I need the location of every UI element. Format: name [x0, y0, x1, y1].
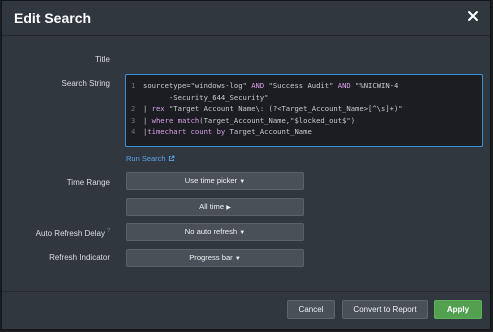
edit-search-dialog: Edit Search Title Search String 1 sourcet… [1, 0, 491, 330]
line-number: 1 [131, 81, 136, 90]
time-range-label: Time Range [66, 178, 110, 187]
code-token: "Success Audit" [264, 81, 338, 90]
code-token: sourcetype="windows-log" [143, 81, 252, 90]
auto-refresh-label-text: Auto Refresh Delay [35, 229, 105, 238]
caret-down-icon: ▼ [239, 230, 246, 236]
code-line: | where match(Target_Account_Name,"$lock… [143, 116, 355, 125]
dialog-title: Edit Search [14, 10, 92, 26]
refresh-indicator-label: Refresh Indicator [49, 253, 110, 262]
code-token: where [151, 115, 174, 125]
code-line: sourcetype="windows-log" AND "Success Au… [143, 81, 398, 90]
line-number: 2 [131, 104, 136, 114]
code-token: match [177, 115, 200, 125]
code-token: "Target Account Name\: (?<Target_Account… [164, 104, 403, 114]
code-token: | [143, 104, 152, 114]
code-token: rex [151, 104, 165, 114]
code-token: AND [251, 81, 265, 90]
auto-refresh-label: Auto Refresh Delay ? [36, 228, 110, 238]
code-token: AND [337, 81, 351, 90]
title-label: Title [95, 55, 110, 64]
help-icon[interactable]: ? [107, 228, 110, 234]
caret-down-icon: ▼ [234, 256, 241, 262]
code-token: Target_Account_Name [225, 127, 312, 137]
search-string-editor[interactable]: 1 sourcetype="windows-log" AND "Success A… [125, 74, 483, 147]
auto-refresh-dropdown[interactable]: No auto refresh ▼ [126, 223, 304, 241]
code-token: -Security_644_Security" [143, 92, 269, 102]
code-token: "%NICWIN-4 [350, 81, 399, 90]
code-line: |timechart count by Target_Account_Name [143, 127, 312, 136]
code-token: timechart [147, 127, 187, 137]
line-number: 3 [131, 115, 136, 125]
time-picker-value: Use time picker [184, 176, 238, 185]
code-line: | rex "Target Account Name\: (?<Target_A… [143, 104, 403, 113]
cancel-button[interactable]: Cancel [287, 300, 335, 319]
code-token: (Target_Account_Name,"$locked_out$") [199, 115, 356, 125]
code-token: by [216, 127, 226, 137]
all-time-button[interactable]: All time ▶ [126, 198, 304, 216]
dialog-header: Edit Search [2, 1, 490, 36]
auto-refresh-value: No auto refresh [184, 227, 238, 236]
line-number: 4 [131, 127, 136, 137]
code-token: count [190, 127, 213, 137]
external-link-icon [168, 155, 175, 162]
run-search-label: Run Search [126, 154, 166, 163]
all-time-value: All time [199, 202, 225, 211]
caret-right-icon: ▶ [226, 205, 231, 211]
caret-down-icon: ▼ [239, 179, 246, 185]
refresh-indicator-dropdown[interactable]: Progress bar ▼ [126, 249, 304, 267]
convert-to-report-button[interactable]: Convert to Report [342, 300, 428, 319]
code-line: -Security_644_Security" [143, 93, 269, 102]
code-token: | [143, 115, 152, 125]
search-string-label: Search String [61, 79, 110, 88]
close-icon[interactable] [467, 10, 479, 22]
run-search-link[interactable]: Run Search [126, 154, 175, 163]
time-picker-dropdown[interactable]: Use time picker ▼ [126, 172, 304, 190]
refresh-indicator-value: Progress bar [189, 253, 233, 262]
apply-button[interactable]: Apply [434, 300, 482, 319]
